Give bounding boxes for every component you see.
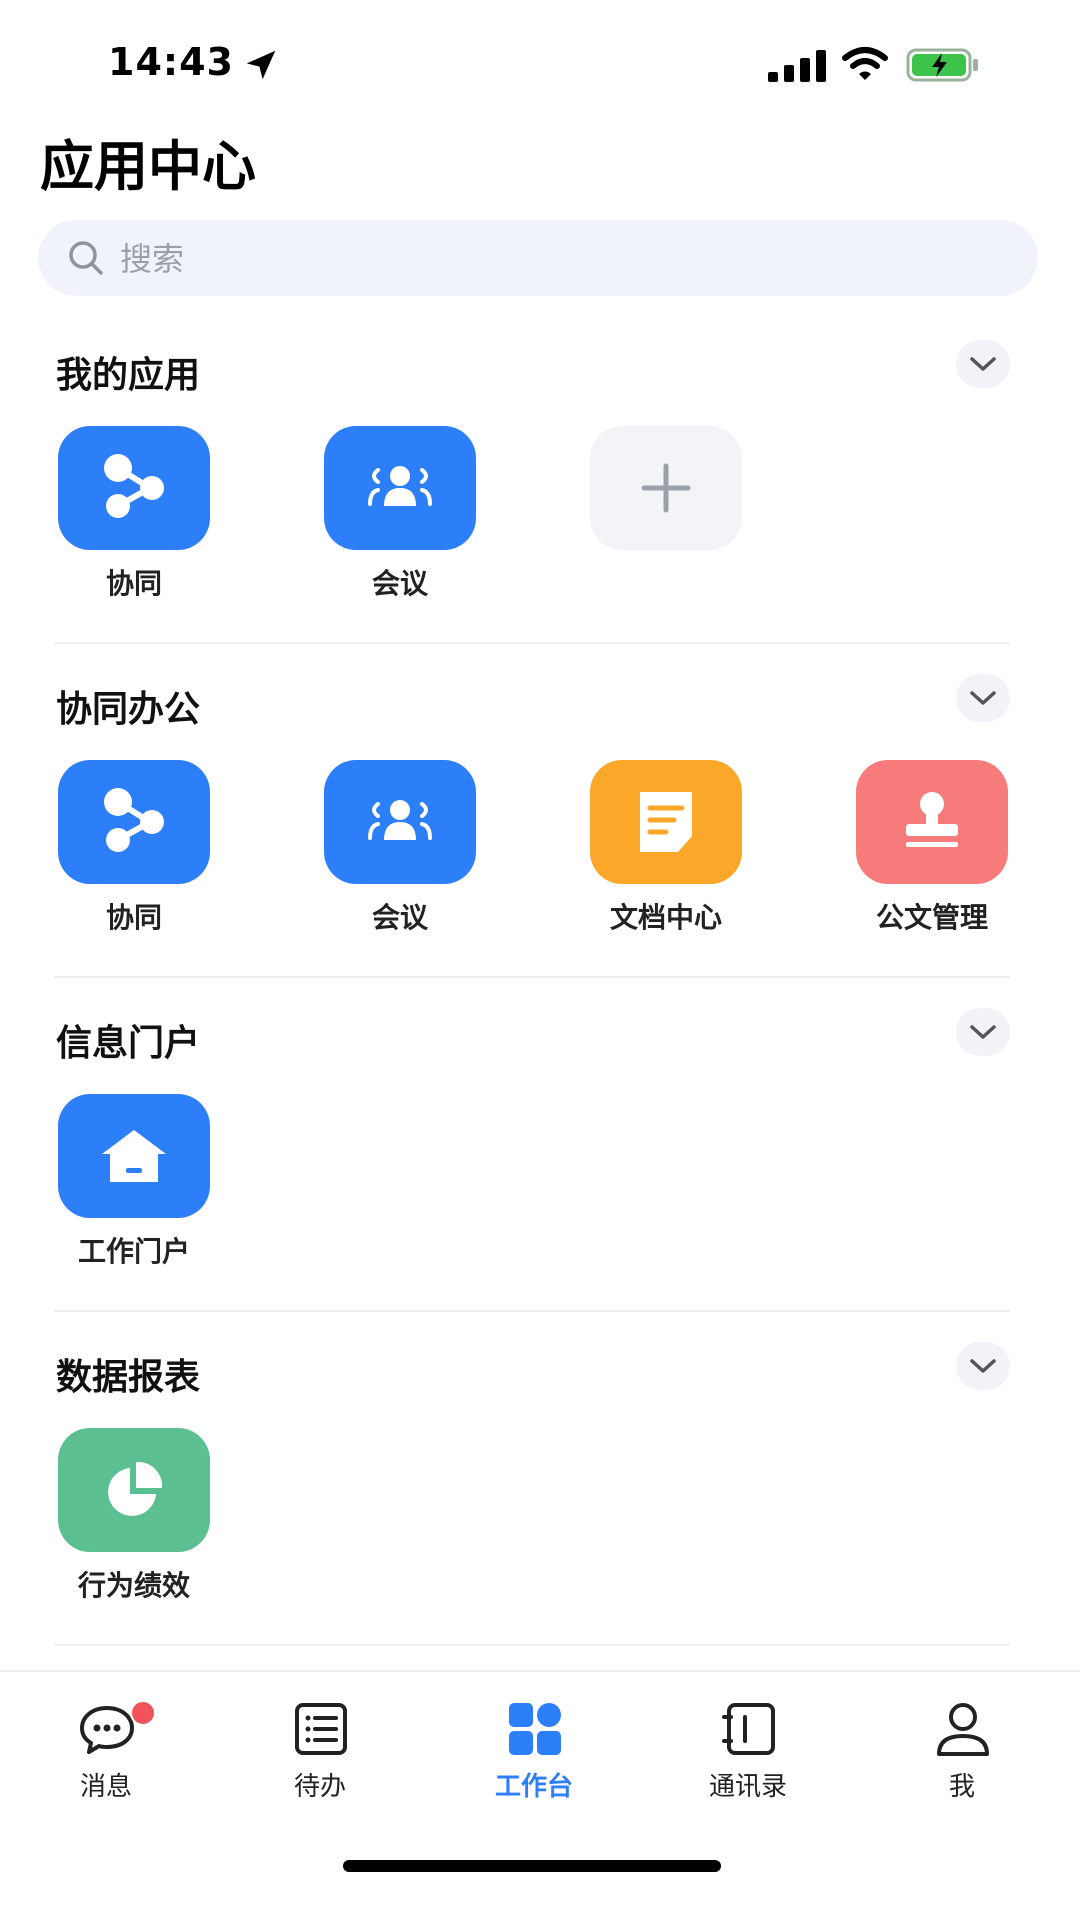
app-tile-meeting[interactable]: 会议: [266, 760, 506, 934]
collapse-button[interactable]: [956, 674, 1010, 722]
plus-icon: [641, 463, 691, 513]
tab-todo[interactable]: 待办: [230, 1700, 410, 1810]
app-icon-bg: [324, 760, 476, 884]
app-label: 行为绩效: [77, 1569, 190, 1602]
app-label: 工作门户: [77, 1235, 190, 1268]
divider: [54, 1644, 1010, 1646]
chevron-down-icon: [970, 691, 996, 705]
app-tile-document-center[interactable]: 文档中心: [532, 760, 772, 934]
app-icon-bg: [590, 760, 742, 884]
search-bar[interactable]: [38, 220, 1038, 296]
status-bar: 14:43: [0, 0, 1080, 130]
app-tile-collaboration[interactable]: 协同: [0, 760, 240, 934]
app-icon-bg: [58, 1094, 210, 1218]
app-icon-bg: [590, 426, 742, 550]
app-center-screen: 14:43 应用中心 我的应用: [0, 0, 1080, 1920]
house-icon: [102, 1130, 166, 1182]
tab-me[interactable]: 我: [872, 1700, 1052, 1810]
app-icon-bg: [856, 760, 1008, 884]
pie-chart-icon: [108, 1461, 163, 1516]
location-arrow-icon: [246, 50, 276, 80]
share-nodes-icon: [104, 788, 164, 852]
wifi-icon: [842, 47, 888, 80]
tab-label: 我: [948, 1772, 975, 1802]
app-icon-bg: [58, 426, 210, 550]
address-book-icon: [722, 1703, 775, 1755]
search-input[interactable]: [118, 230, 1002, 288]
chevron-down-icon: [970, 357, 996, 371]
section-title: 我的应用: [56, 355, 201, 396]
status-time: 14:43: [108, 40, 234, 84]
cellular-signal-icon: [768, 50, 826, 82]
tab-contacts[interactable]: 通讯录: [658, 1700, 838, 1810]
add-app-button[interactable]: [532, 426, 772, 586]
checklist-icon: [295, 1703, 347, 1755]
search-icon: [69, 241, 103, 275]
bottom-tab-bar: 消息 待办 工作台 通讯录 我: [0, 1670, 1080, 1920]
group-icon: [368, 800, 432, 840]
chevron-down-icon: [970, 1025, 996, 1039]
app-icon-bg: [324, 426, 476, 550]
unread-badge: [130, 1700, 156, 1726]
app-tile-official-docs[interactable]: 公文管理: [798, 760, 1038, 934]
section-title: 数据报表: [56, 1357, 201, 1398]
app-tile-collaboration[interactable]: 协同: [0, 426, 240, 600]
collapse-button[interactable]: [956, 340, 1010, 388]
section-title: 协同办公: [56, 689, 201, 730]
app-icon-bg: [58, 1428, 210, 1552]
collapse-button[interactable]: [956, 1342, 1010, 1390]
tab-workbench[interactable]: 工作台: [444, 1700, 624, 1810]
app-label: 协同: [105, 901, 162, 934]
document-icon: [640, 792, 692, 852]
tab-messages[interactable]: 消息: [16, 1700, 196, 1810]
divider: [54, 976, 1010, 978]
chevron-down-icon: [970, 1359, 996, 1373]
tab-label: 消息: [79, 1772, 132, 1802]
page-title: 应用中心: [40, 135, 256, 198]
tab-label: 工作台: [494, 1772, 573, 1802]
divider: [54, 1310, 1010, 1312]
app-label: 公文管理: [875, 901, 988, 934]
app-tile-work-portal[interactable]: 工作门户: [0, 1094, 240, 1268]
collapse-button[interactable]: [956, 1008, 1010, 1056]
share-nodes-icon: [104, 454, 164, 518]
app-label: 会议: [371, 901, 428, 934]
app-tile-meeting[interactable]: 会议: [266, 426, 506, 600]
app-label: 协同: [105, 567, 162, 600]
app-label: 会议: [371, 567, 428, 600]
tab-label: 通讯录: [708, 1772, 787, 1802]
person-icon: [937, 1703, 989, 1756]
chat-bubble-icon: [80, 1706, 134, 1754]
app-label: 文档中心: [609, 901, 722, 934]
stamp-icon: [906, 792, 958, 847]
home-indicator: [343, 1860, 721, 1872]
divider: [54, 642, 1010, 644]
app-icon-bg: [58, 760, 210, 884]
tab-label: 待办: [293, 1772, 346, 1802]
section-title: 信息门户: [56, 1023, 201, 1064]
grid-icon: [509, 1703, 561, 1755]
group-icon: [368, 466, 432, 506]
app-tile-behavior-performance[interactable]: 行为绩效: [0, 1428, 240, 1602]
battery-charging-icon: [906, 48, 978, 82]
